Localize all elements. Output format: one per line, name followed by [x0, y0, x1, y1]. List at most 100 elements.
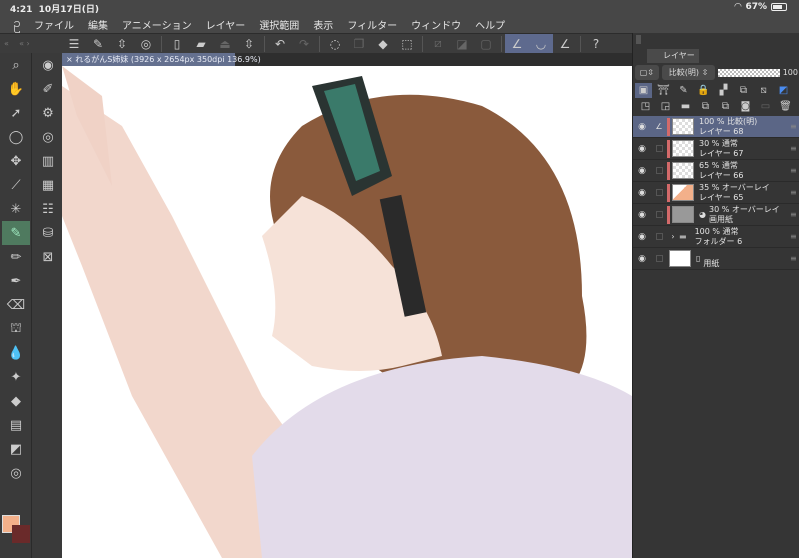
menu-file[interactable]: ファイル: [34, 17, 74, 32]
snap-ruler-icon[interactable]: ∠: [505, 33, 529, 54]
undo-icon[interactable]: ↶: [268, 34, 292, 54]
blend-mode-select[interactable]: 比較(明) ⇳: [661, 65, 716, 80]
color-wheel-icon[interactable]: ▥: [34, 149, 62, 173]
tool-property-icon[interactable]: ⚙: [34, 101, 62, 125]
menu-layer[interactable]: レイヤー: [206, 17, 246, 32]
canvas-tab[interactable]: × れるがんS姉妹 (3926 x 2654px 350dpi 136.9%): [62, 53, 261, 66]
visibility-eye-icon[interactable]: ◉: [633, 232, 651, 242]
pen-tool-icon[interactable]: ✎: [2, 221, 30, 245]
snap-special-icon[interactable]: ◡: [529, 33, 553, 54]
transfer-down-icon[interactable]: ⧉: [697, 99, 714, 114]
visibility-eye-icon[interactable]: ◉: [633, 254, 651, 264]
move-tool-icon[interactable]: ✥: [2, 149, 30, 173]
airbrush-tool-icon[interactable]: ⛫: [2, 317, 30, 341]
layer-property-icon[interactable]: ⛁: [34, 221, 62, 245]
hamburger-menu-icon[interactable]: ☰: [62, 34, 86, 54]
merge-down-icon[interactable]: ⧉: [717, 99, 734, 114]
drag-handle-icon[interactable]: ≡: [790, 254, 799, 263]
history-icon[interactable]: ☷: [34, 197, 62, 221]
collapse-icon[interactable]: « « ›: [0, 39, 62, 48]
apply-mask-icon[interactable]: ▭: [757, 99, 774, 114]
opacity-slider[interactable]: [718, 68, 780, 77]
drag-handle-icon[interactable]: ≡: [790, 166, 799, 175]
visibility-eye-icon[interactable]: ◉: [633, 166, 651, 176]
visibility-eye-icon[interactable]: ◉: [633, 188, 651, 198]
decoration-tool-icon[interactable]: ✦: [2, 365, 30, 389]
lasso-tool-icon[interactable]: ◯: [2, 125, 30, 149]
clip-icon[interactable]: ▣: [635, 83, 652, 98]
stepper-icon-2[interactable]: ⇳: [237, 34, 261, 54]
eyedropper-tool-icon[interactable]: ⟋: [2, 173, 30, 197]
drag-handle-icon[interactable]: ≡: [790, 210, 799, 219]
color-set-icon[interactable]: ▦: [34, 173, 62, 197]
layer-checkbox[interactable]: [651, 211, 667, 218]
material-icon[interactable]: ⊠: [34, 245, 62, 269]
help-icon[interactable]: ?: [584, 34, 608, 54]
drag-handle-icon[interactable]: ≡: [790, 188, 799, 197]
redo-icon[interactable]: ↷: [292, 34, 316, 54]
eraser-tool-icon[interactable]: ⌫: [2, 293, 30, 317]
fill-tool-icon[interactable]: ◆: [2, 389, 30, 413]
fill-icon[interactable]: ◆: [371, 34, 395, 54]
save-icon[interactable]: ⏏: [213, 34, 237, 54]
operation-tool-icon[interactable]: ➚: [2, 101, 30, 125]
layer-color-icon[interactable]: ◩: [775, 83, 792, 98]
new-vector-layer-icon[interactable]: ◲: [657, 99, 674, 114]
menu-view[interactable]: 表示: [313, 17, 333, 32]
opacity-value[interactable]: 100: [783, 68, 798, 77]
layer-checkbox[interactable]: [651, 233, 667, 240]
transform-icon[interactable]: ⬚: [395, 34, 419, 54]
navigator-icon[interactable]: ◉: [34, 53, 62, 77]
border-icon[interactable]: ▢: [474, 34, 498, 54]
visibility-eye-icon[interactable]: ◉: [633, 210, 651, 220]
clear-selection-icon[interactable]: ◌: [323, 34, 347, 54]
layer-row[interactable]: ◉ ◕ 30 % オーバーレイ 画用紙 ≡: [633, 204, 799, 226]
gradient-tool-icon[interactable]: ◩: [2, 437, 30, 461]
menu-animation[interactable]: アニメーション: [122, 17, 192, 32]
mask-toggle[interactable]: ▢⇳: [635, 65, 659, 80]
edit-icon[interactable]: ✎: [86, 34, 110, 54]
draft-icon[interactable]: ✎: [675, 83, 692, 98]
magic-wand-tool-icon[interactable]: ✳: [2, 197, 30, 221]
lock-transparent-icon[interactable]: ▞: [715, 83, 732, 98]
layer-row[interactable]: ◉ 30 % 通常 レイヤー 67 ≡: [633, 138, 799, 160]
layer-checkbox[interactable]: [651, 145, 667, 152]
sub-color-swatch[interactable]: [12, 525, 30, 543]
drawing-canvas[interactable]: [62, 66, 632, 558]
layer-row[interactable]: ◉ › ▬ 100 % 通常 フォルダー 6 ≡: [633, 226, 799, 248]
panel-scrollbar[interactable]: [636, 35, 641, 44]
layer-row[interactable]: ◉ 35 % オーバーレイ レイヤー 65 ≡: [633, 182, 799, 204]
app-logo-icon[interactable]: ဥ: [0, 15, 34, 34]
mask-enable-icon[interactable]: ⧉: [735, 83, 752, 98]
hand-tool-icon[interactable]: ✋: [2, 77, 30, 101]
drag-handle-icon[interactable]: ≡: [790, 122, 799, 131]
menu-help[interactable]: ヘルプ: [475, 17, 505, 32]
pencil-tool-icon[interactable]: ✏: [2, 245, 30, 269]
brush-tool-icon[interactable]: ✒: [2, 269, 30, 293]
reference-icon[interactable]: ⛩: [655, 83, 672, 98]
menu-edit[interactable]: 編集: [88, 17, 108, 32]
new-raster-layer-icon[interactable]: ◳: [637, 99, 654, 114]
frame-tool-icon[interactable]: ▤: [2, 413, 30, 437]
delete-layer-icon[interactable]: 🗑: [777, 99, 794, 114]
lock-icon[interactable]: 🔒: [695, 83, 712, 98]
brush-size-icon[interactable]: ◎: [34, 125, 62, 149]
layer-panel-tab[interactable]: レイヤー: [647, 49, 699, 63]
correction-tool-icon[interactable]: ◎: [2, 461, 30, 485]
zoom-tool-icon[interactable]: ⌕: [2, 53, 30, 77]
tone-icon[interactable]: ◪: [450, 34, 474, 54]
snap-grid-icon[interactable]: ∠: [553, 34, 577, 54]
drag-handle-icon[interactable]: ≡: [790, 144, 799, 153]
new-folder-icon[interactable]: ▬: [677, 99, 694, 114]
ruler-enable-icon[interactable]: ⧅: [755, 83, 772, 98]
layer-row[interactable]: ◉ ∠ 100 % 比較(明) レイヤー 68 ≡: [633, 116, 799, 138]
open-folder-icon[interactable]: ▰: [189, 34, 213, 54]
sub-tool-icon[interactable]: ✐: [34, 77, 62, 101]
layer-mask-icon[interactable]: ◙: [737, 99, 754, 114]
preview-icon[interactable]: ◎: [134, 34, 158, 54]
blend-tool-icon[interactable]: 💧: [2, 341, 30, 365]
copy-icon[interactable]: ❐: [347, 34, 371, 54]
folder-expand-chevron-icon[interactable]: ›: [667, 232, 679, 241]
visibility-eye-icon[interactable]: ◉: [633, 144, 651, 154]
ruler-off-icon[interactable]: ⧄: [426, 34, 450, 54]
